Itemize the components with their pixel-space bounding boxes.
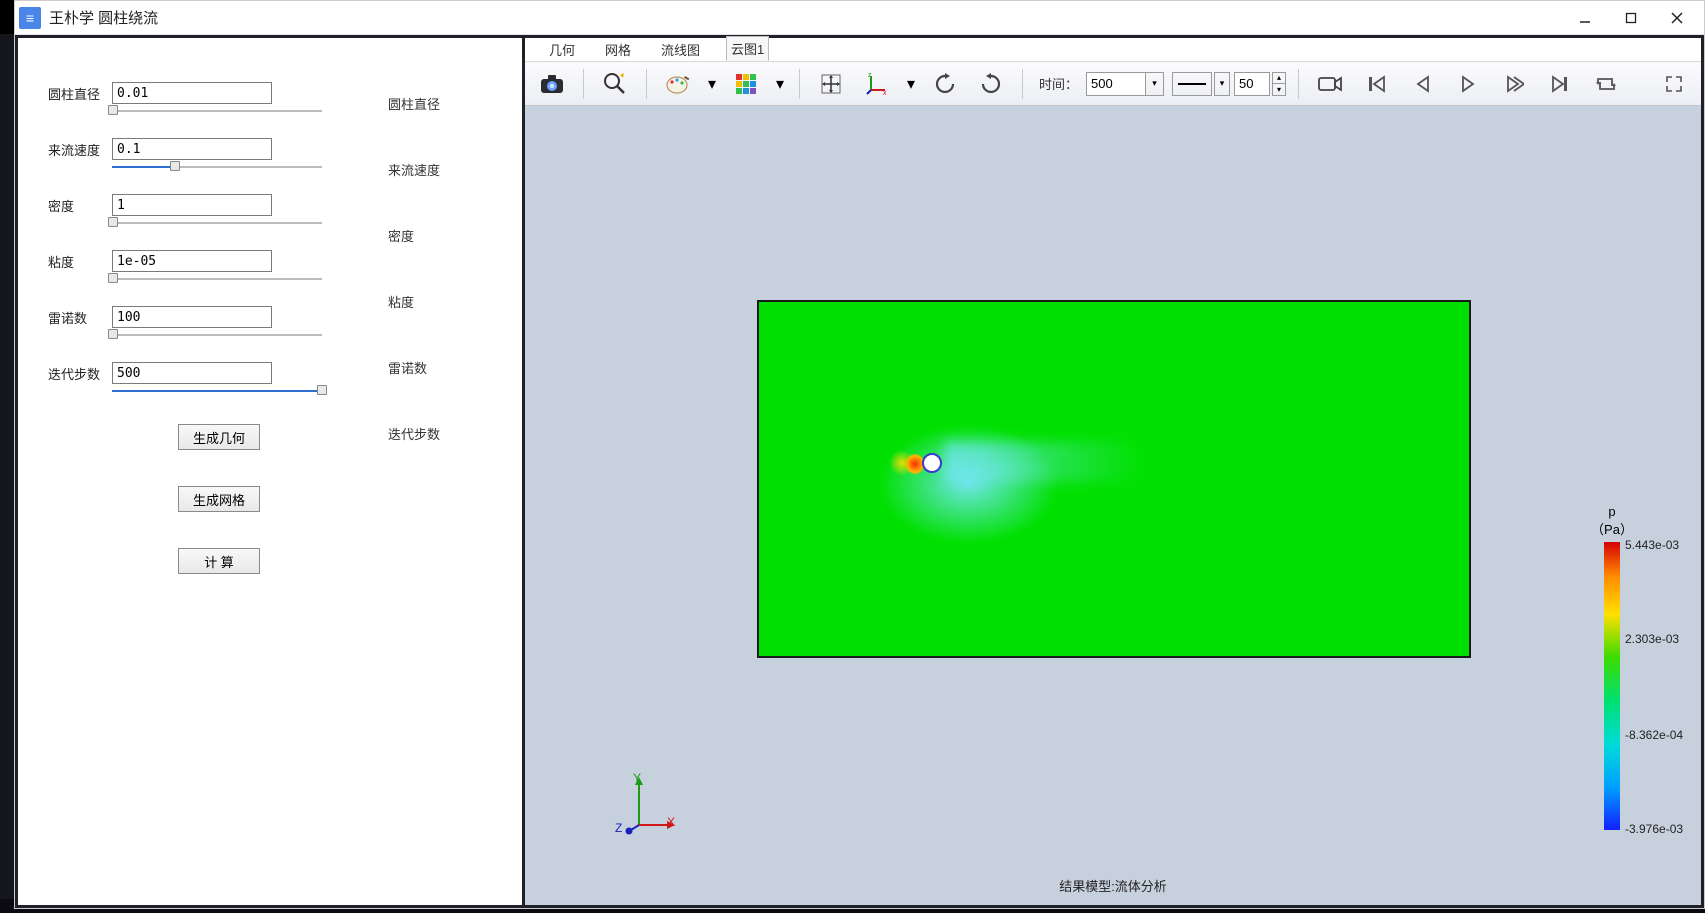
cylinder-icon — [922, 453, 942, 473]
diameter-input[interactable] — [112, 82, 272, 104]
desktop-left-strip — [0, 34, 14, 899]
expand-icon[interactable] — [1655, 67, 1693, 101]
window-title: 王朴学 圆柱绕流 — [49, 7, 1562, 28]
visualization-area: 几何 网格 流线图 云图1 ▾ — [525, 35, 1704, 908]
velocity-slider[interactable] — [112, 164, 322, 170]
titlebar: ≡ 王朴学 圆柱绕流 — [15, 1, 1704, 35]
palette-icon[interactable] — [659, 67, 697, 101]
first-frame-icon[interactable] — [1357, 67, 1395, 101]
steps-input[interactable] — [112, 362, 272, 384]
side-label: 粘度 — [388, 292, 440, 358]
side-label: 雷诺数 — [388, 358, 440, 424]
tab-geometry[interactable]: 几何 — [545, 38, 579, 61]
loop-icon[interactable] — [1587, 67, 1625, 101]
viewer-toolbar: ▾ ▾ zx ▾ 时间： — [525, 62, 1701, 106]
axis-x-label: X — [667, 815, 675, 829]
compute-button[interactable]: 计 算 — [178, 548, 260, 574]
minimize-button[interactable] — [1562, 2, 1608, 34]
param-label: 粘度 — [48, 252, 112, 271]
generate-geometry-button[interactable]: 生成几何 — [178, 424, 260, 450]
steps-slider[interactable] — [112, 388, 322, 394]
param-label: 圆柱直径 — [48, 84, 112, 103]
tab-streamline[interactable]: 流线图 — [657, 38, 704, 61]
time-dropdown[interactable]: ▾ — [1086, 72, 1164, 96]
line-preview-icon — [1172, 72, 1212, 96]
line-thickness-control[interactable]: ▾ ▴ ▾ — [1172, 72, 1286, 96]
param-label: 来流速度 — [48, 140, 112, 159]
side-label: 迭代步数 — [388, 424, 440, 490]
legend-variable: p — [1557, 504, 1667, 519]
reynolds-input[interactable] — [112, 306, 272, 328]
side-label: 密度 — [388, 226, 440, 292]
parameter-panel: 圆柱直径 来流速度 密度 粘度 — [15, 35, 525, 908]
last-frame-icon[interactable] — [1541, 67, 1579, 101]
velocity-input[interactable] — [112, 138, 272, 160]
close-button[interactable] — [1654, 2, 1700, 34]
diameter-slider[interactable] — [112, 108, 322, 114]
legend-ticks: 5.443e-03 2.303e-03 -8.362e-04 -3.976e-0… — [1625, 544, 1701, 832]
legend-tick: 2.303e-03 — [1625, 632, 1679, 646]
status-text: 结果模型:流体分析 — [1059, 876, 1167, 895]
generate-mesh-button[interactable]: 生成网格 — [178, 486, 260, 512]
maximize-button[interactable] — [1608, 2, 1654, 34]
prev-frame-icon[interactable] — [1403, 67, 1441, 101]
record-icon[interactable] — [1311, 67, 1349, 101]
param-label: 雷诺数 — [48, 308, 112, 327]
tab-contour[interactable]: 云图1 — [726, 36, 769, 61]
app-icon: ≡ — [19, 7, 41, 29]
viewport[interactable]: Y X Z 结果模型:流体分析 p （Pa） 5.443e-03 2.303e-… — [525, 106, 1701, 905]
time-label: 时间： — [1039, 74, 1078, 93]
palette-dropdown-icon[interactable]: ▾ — [705, 67, 719, 101]
density-input[interactable] — [112, 194, 272, 216]
rotate-cw-icon[interactable] — [926, 67, 964, 101]
density-slider[interactable] — [112, 220, 322, 226]
legend-tick: -3.976e-03 — [1625, 822, 1683, 836]
rotate-ccw-icon[interactable] — [972, 67, 1010, 101]
colormap-icon[interactable] — [727, 67, 765, 101]
axis-z-label: Z — [615, 821, 622, 835]
legend-unit: （Pa） — [1557, 519, 1667, 538]
side-label: 来流速度 — [388, 160, 440, 226]
chevron-down-icon[interactable]: ▾ — [1146, 72, 1164, 96]
side-label-column: 圆柱直径 来流速度 密度 粘度 雷诺数 迭代步数 — [388, 94, 440, 490]
legend-tick: 5.443e-03 — [1625, 538, 1679, 552]
svg-text:x: x — [883, 90, 887, 96]
play-icon[interactable] — [1449, 67, 1487, 101]
legend-bar — [1604, 542, 1620, 830]
reynolds-slider[interactable] — [112, 332, 322, 338]
color-legend: p （Pa） 5.443e-03 2.303e-03 -8.362e-04 -3… — [1557, 504, 1667, 830]
next-frame-icon[interactable] — [1495, 67, 1533, 101]
move-icon[interactable] — [812, 67, 850, 101]
stepper-up-icon[interactable]: ▴ — [1272, 72, 1286, 84]
side-label: 圆柱直径 — [388, 94, 440, 160]
action-buttons: 生成几何 生成网格 计 算 — [178, 424, 492, 574]
axis-y-label: Y — [633, 771, 641, 785]
time-input[interactable] — [1086, 72, 1146, 96]
viscosity-slider[interactable] — [112, 276, 322, 282]
axes-dropdown-icon[interactable]: ▾ — [904, 67, 918, 101]
tab-mesh[interactable]: 网格 — [601, 38, 635, 61]
camera-icon[interactable] — [533, 67, 571, 101]
chevron-down-icon[interactable]: ▾ — [1214, 72, 1230, 96]
svg-text:z: z — [868, 72, 872, 79]
thickness-input[interactable] — [1234, 72, 1270, 96]
view-tabs: 几何 网格 流线图 云图1 — [525, 38, 1701, 62]
zoom-icon[interactable] — [596, 67, 634, 101]
viscosity-input[interactable] — [112, 250, 272, 272]
stepper-down-icon[interactable]: ▾ — [1272, 84, 1286, 96]
axis-gizmo: Y X Z — [611, 771, 681, 841]
param-label: 密度 — [48, 196, 112, 215]
legend-tick: -8.362e-04 — [1625, 728, 1683, 742]
main-window: ≡ 王朴学 圆柱绕流 圆柱直径 来流速度 — [14, 0, 1705, 909]
axes-icon[interactable]: zx — [858, 67, 896, 101]
param-label: 迭代步数 — [48, 364, 112, 383]
pressure-field — [757, 300, 1471, 658]
colormap-dropdown-icon[interactable]: ▾ — [773, 67, 787, 101]
